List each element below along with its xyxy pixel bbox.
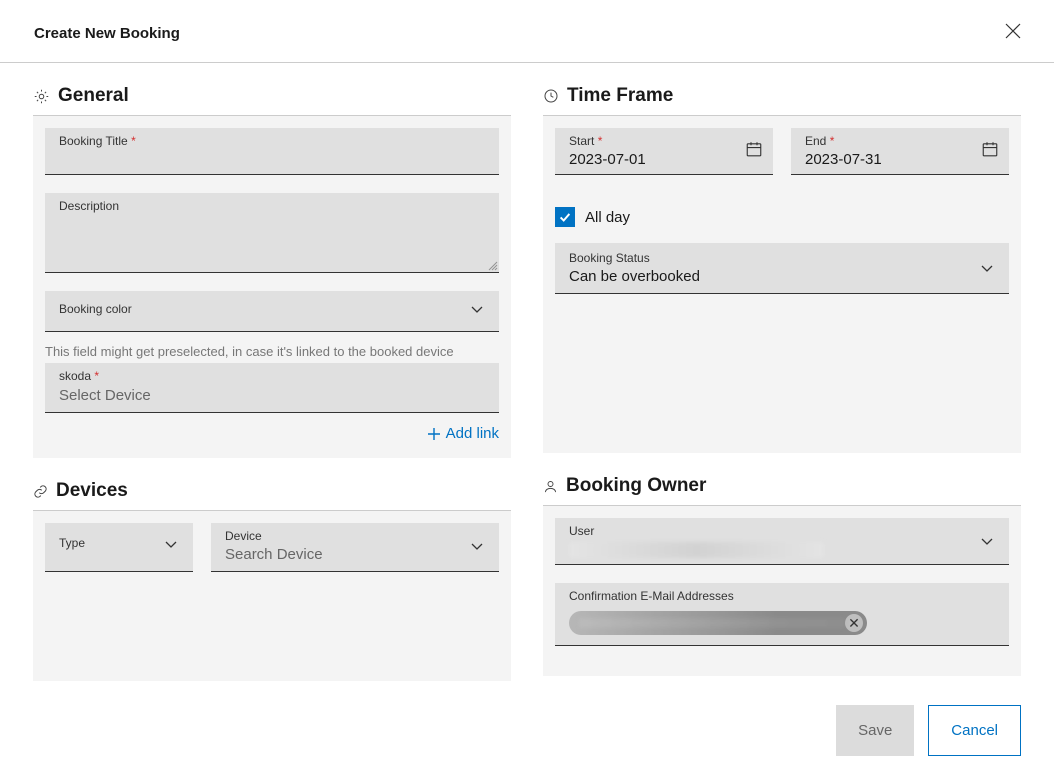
user-value-redacted	[569, 542, 824, 558]
modal-header: Create New Booking	[0, 0, 1054, 63]
end-date-value: 2023-07-31	[805, 151, 882, 168]
devices-section: Devices Type Device Search Device	[0, 458, 527, 681]
device-placeholder: Search Device	[225, 546, 323, 563]
description-input[interactable]	[59, 215, 487, 232]
remove-chip-icon[interactable]: ✕	[845, 614, 863, 632]
end-label: End	[805, 134, 826, 148]
allday-checkbox[interactable]	[555, 207, 575, 227]
end-date-field[interactable]: End * 2023-07-31	[791, 128, 1009, 175]
gear-icon	[33, 88, 50, 105]
modal-title: Create New Booking	[34, 25, 180, 42]
booking-title-label: Booking Title	[59, 134, 128, 148]
booking-color-label: Booking color	[59, 302, 132, 316]
skoda-label: skoda	[59, 369, 91, 383]
allday-label: All day	[585, 209, 630, 226]
chevron-down-icon	[469, 538, 485, 554]
timeframe-section: Time Frame Start * 2023-07-01 End *	[527, 63, 1054, 453]
save-button[interactable]: Save	[836, 705, 914, 756]
calendar-icon[interactable]	[981, 140, 999, 163]
booking-status-field[interactable]: Booking Status Can be overbooked	[555, 243, 1009, 294]
user-label: User	[569, 524, 824, 538]
plus-icon	[426, 426, 442, 442]
device-label: Device	[225, 529, 323, 543]
chevron-down-icon	[979, 533, 995, 549]
calendar-icon[interactable]	[745, 140, 763, 163]
device-type-dropdown[interactable]: Type	[45, 523, 193, 572]
close-icon[interactable]	[1004, 18, 1022, 48]
start-date-field[interactable]: Start * 2023-07-01	[555, 128, 773, 175]
skoda-field[interactable]: skoda * Select Device	[45, 363, 499, 413]
modal-footer: Save Cancel	[0, 681, 1054, 780]
general-section: General Booking Title * Description Book…	[0, 63, 527, 458]
chevron-down-icon	[469, 301, 485, 317]
color-helper-text: This field might get preselected, in cas…	[45, 338, 499, 363]
add-link-label: Add link	[446, 425, 499, 442]
confirmation-email-field[interactable]: Confirmation E-Mail Addresses ✕	[555, 583, 1009, 646]
user-field[interactable]: User	[555, 518, 1009, 565]
skoda-placeholder: Select Device	[59, 387, 485, 404]
general-title: General	[58, 85, 129, 107]
owner-title: Booking Owner	[566, 475, 706, 497]
start-date-value: 2023-07-01	[569, 151, 646, 168]
booking-color-field[interactable]: Booking color	[45, 291, 499, 332]
cancel-button[interactable]: Cancel	[928, 705, 1021, 756]
booking-title-input[interactable]	[59, 150, 487, 167]
clock-icon	[543, 88, 559, 104]
owner-section: Booking Owner User Confirmation E-Mail A…	[527, 453, 1054, 676]
person-icon	[543, 479, 558, 494]
email-chip-text-redacted	[579, 618, 845, 628]
device-type-label: Type	[59, 536, 85, 550]
add-link-button[interactable]: Add link	[45, 413, 499, 446]
device-search-dropdown[interactable]: Device Search Device	[211, 523, 499, 572]
devices-title: Devices	[56, 480, 128, 502]
chevron-down-icon	[163, 536, 179, 552]
chevron-down-icon	[979, 260, 995, 276]
start-label: Start	[569, 134, 594, 148]
status-label: Booking Status	[569, 251, 700, 265]
status-value: Can be overbooked	[569, 268, 700, 285]
email-label: Confirmation E-Mail Addresses	[569, 589, 995, 603]
description-field[interactable]: Description	[45, 193, 499, 273]
description-label: Description	[59, 199, 487, 213]
resize-handle-icon	[486, 259, 498, 271]
booking-title-field[interactable]: Booking Title *	[45, 128, 499, 175]
email-chip: ✕	[569, 611, 867, 635]
timeframe-title: Time Frame	[567, 85, 673, 107]
link-icon	[33, 484, 48, 499]
